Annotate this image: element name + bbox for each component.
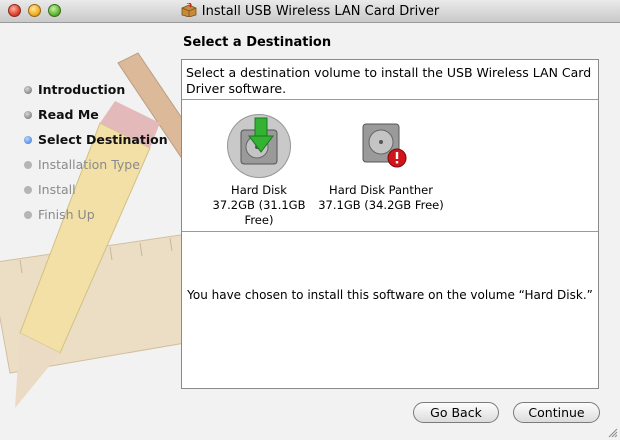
step-read-me: Read Me <box>22 107 168 132</box>
step-label: Introduction <box>38 82 126 97</box>
installer-package-icon <box>181 2 197 21</box>
volume-name: Hard Disk <box>231 183 287 197</box>
volume-size: 37.2GB (31.1GB Free) <box>212 198 306 227</box>
step-install: Install <box>22 182 168 207</box>
volume-name: Hard Disk Panther <box>329 183 433 197</box>
destination-panel: Select a destination volume to install t… <box>181 59 599 389</box>
step-label: Finish Up <box>38 207 95 222</box>
step-finish-up: Finish Up <box>22 207 168 232</box>
window-title: Install USB Wireless LAN Card Driver <box>0 2 620 21</box>
step-installation-type: Installation Type <box>22 157 168 182</box>
divider <box>182 99 598 100</box>
divider <box>182 231 598 232</box>
step-label: Installation Type <box>38 157 140 172</box>
step-bullet-icon <box>24 111 32 119</box>
volume-size: 37.1GB (34.2GB Free) <box>318 198 444 212</box>
step-label: Read Me <box>38 107 99 122</box>
step-current-bullet-icon <box>24 136 32 144</box>
pane-title: Select a Destination <box>183 35 332 50</box>
hard-disk-install-icon[interactable] <box>227 114 291 178</box>
instructions-text: Select a destination volume to install t… <box>186 65 592 96</box>
installer-window: Install USB Wireless LAN Card Driver Sel… <box>0 0 620 440</box>
volume-hard-disk[interactable]: Hard Disk 37.2GB (31.1GB Free) <box>204 114 314 228</box>
continue-button[interactable]: Continue <box>513 402 600 423</box>
step-select-destination: Select Destination <box>22 132 168 157</box>
resize-grip-icon[interactable] <box>606 426 618 438</box>
step-bullet-icon <box>24 86 32 94</box>
step-introduction: Introduction <box>22 82 168 107</box>
step-bullet-icon <box>24 161 32 169</box>
go-back-button[interactable]: Go Back <box>413 402 499 423</box>
selection-message: You have chosen to install this software… <box>187 288 593 302</box>
step-label: Select Destination <box>38 132 168 147</box>
step-bullet-icon <box>24 186 32 194</box>
volume-hard-disk-panther[interactable]: Hard Disk Panther 37.1GB (34.2GB Free) <box>316 114 446 213</box>
installer-steps-list: Introduction Read Me Select Destination … <box>22 82 168 232</box>
step-label: Install <box>38 182 76 197</box>
hard-disk-warning-icon[interactable] <box>349 114 413 178</box>
step-bullet-icon <box>24 211 32 219</box>
window-title-text: Install USB Wireless LAN Card Driver <box>201 4 440 19</box>
title-bar[interactable]: Install USB Wireless LAN Card Driver <box>0 0 620 23</box>
